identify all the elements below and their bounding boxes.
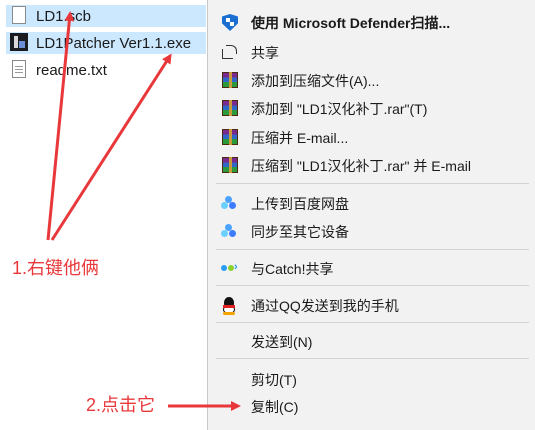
annotation-step2: 2.点击它 [86,395,156,415]
menu-item-copy[interactable]: 复制(C) [208,393,535,421]
menu-item-catch-share[interactable]: › 与Catch!共享 [208,255,535,283]
winrar-icon [221,157,239,175]
file-item-ld1patcher-exe[interactable]: LD1Patcher Ver1.1.exe [6,32,206,54]
context-menu: 使用 Microsoft Defender扫描... 共享 添加到压缩文件(A)… [207,0,535,430]
catch-icon: › [221,260,239,278]
menu-item-qq-send[interactable]: 通过QQ发送到我的手机 [208,292,535,320]
document-icon [10,6,28,26]
winrar-icon [221,72,239,90]
annotation-step1: 1.右键他俩 [12,258,100,278]
menu-item-compress-email[interactable]: 压缩并 E-mail... [208,124,535,152]
exe-app-icon [10,33,28,53]
menu-separator [216,322,529,323]
file-name: LD1Patcher Ver1.1.exe [36,34,192,52]
menu-item-compress-rar-email[interactable]: 压缩到 "LD1汉化补丁.rar" 并 E-mail [208,152,535,180]
menu-item-send-to[interactable]: 发送到(N) [208,328,535,356]
winrar-icon [221,100,239,118]
file-name: readme.txt [36,61,107,79]
menu-separator [216,249,529,250]
menu-item-sync-devices[interactable]: 同步至其它设备 [208,218,535,246]
menu-separator [216,183,529,184]
menu-item-cut[interactable]: 剪切(T) [208,366,535,394]
menu-item-add-archive[interactable]: 添加到压缩文件(A)... [208,67,535,95]
arrow-to-ld1patcher [50,53,172,241]
baidu-netdisk-icon [221,223,239,241]
file-name: LD1.scb [36,7,92,25]
baidu-netdisk-icon [221,195,239,213]
menu-separator [216,285,529,286]
menu-separator [216,358,529,359]
file-item-ld1-scb[interactable]: LD1.scb [6,5,206,27]
file-item-readme-txt[interactable]: readme.txt [6,59,206,81]
menu-item-upload-baidu[interactable]: 上传到百度网盘 [208,190,535,218]
qq-penguin-icon [221,297,239,315]
winrar-icon [221,129,239,147]
menu-item-defender-scan[interactable]: 使用 Microsoft Defender扫描... [208,9,535,37]
share-icon [221,44,239,62]
defender-shield-icon [221,14,239,32]
menu-item-add-rar[interactable]: 添加到 "LD1汉化补丁.rar"(T) [208,95,535,123]
menu-item-share[interactable]: 共享 [208,39,535,67]
text-file-icon [10,60,28,80]
